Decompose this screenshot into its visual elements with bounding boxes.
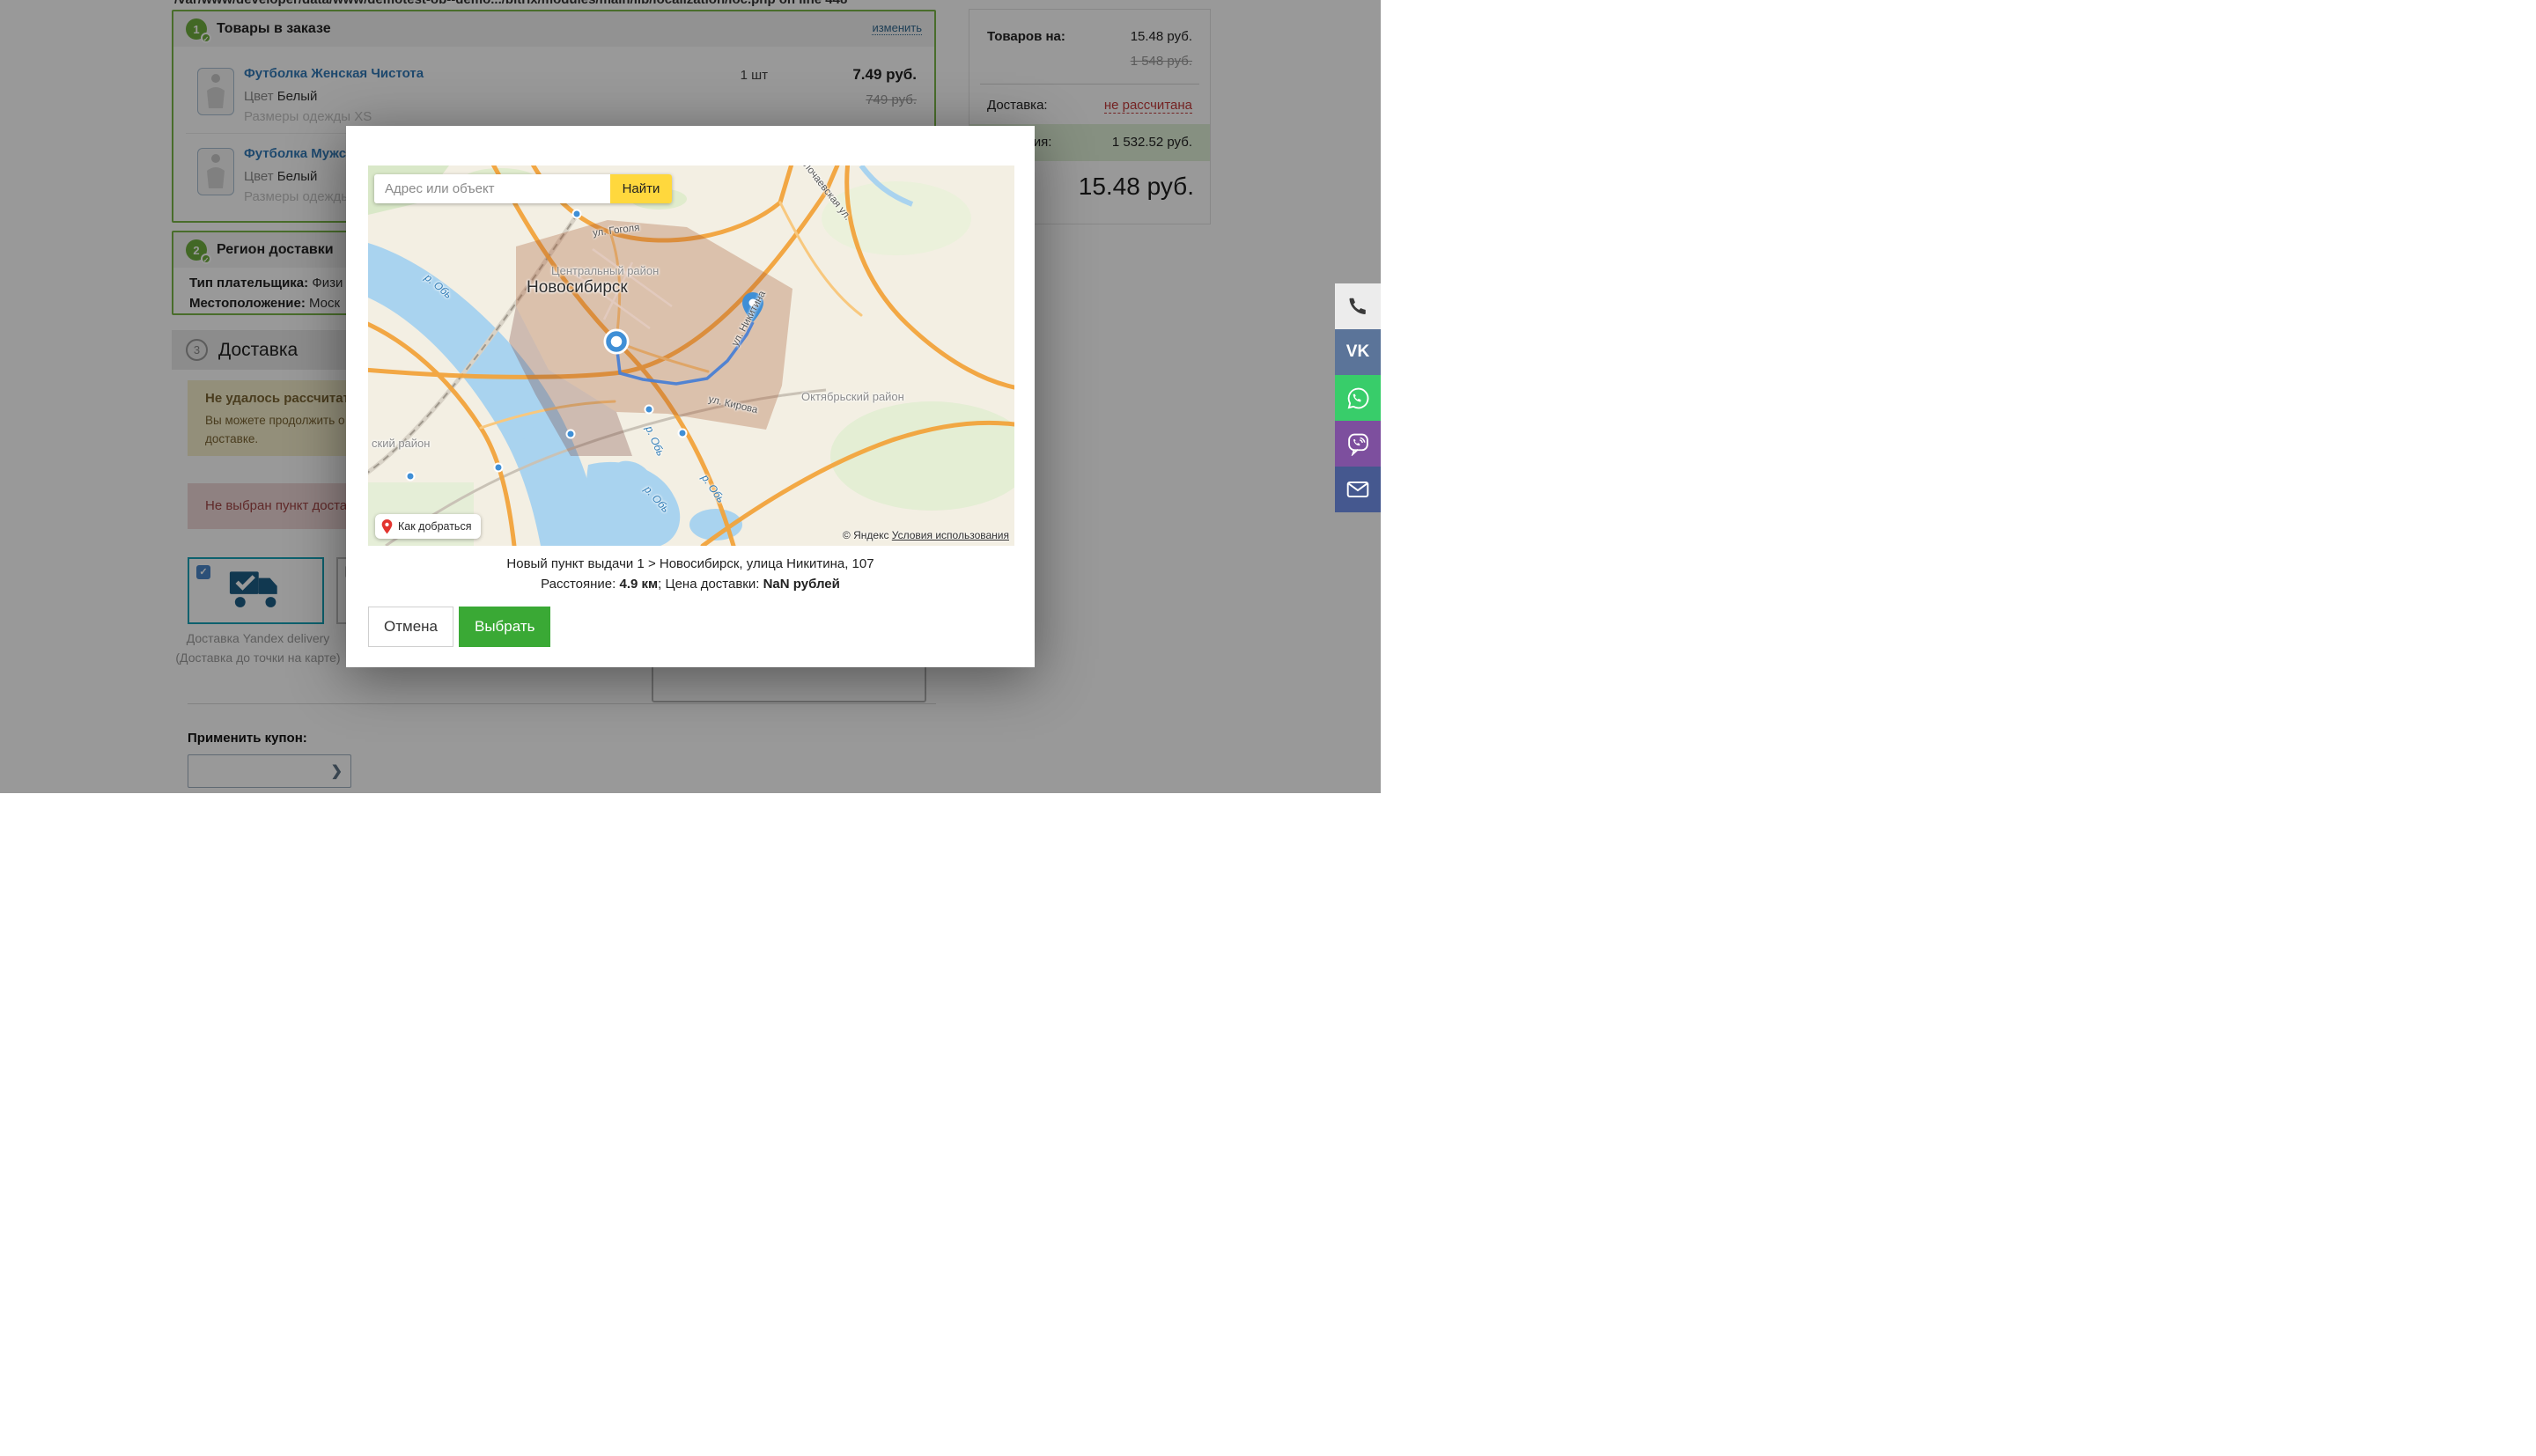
whatsapp-icon xyxy=(1347,387,1368,408)
map-label-district: ский район xyxy=(372,437,431,450)
email-icon xyxy=(1346,481,1369,498)
map-modal: ул. Гоголя Центральный район Новосибирск… xyxy=(346,126,1035,667)
map-label-city: Новосибирск xyxy=(527,278,628,297)
map-copyright: © Яндекс xyxy=(842,529,889,541)
social-sidebar: VK xyxy=(1335,283,1381,512)
delivery-price-label: Цена доставки: xyxy=(665,577,760,592)
vk-button[interactable]: VK xyxy=(1335,329,1381,375)
map-pin-icon xyxy=(381,518,393,533)
select-button[interactable]: Выбрать xyxy=(459,607,551,647)
map-search-button[interactable]: Найти xyxy=(610,174,672,203)
viber-button[interactable] xyxy=(1335,421,1381,467)
distance-value: 4.9 км xyxy=(619,577,659,592)
map-search-input[interactable] xyxy=(374,174,610,203)
phone-contact-button[interactable] xyxy=(1335,283,1381,329)
directions-button[interactable]: Как добраться xyxy=(375,514,482,539)
page: /var/www/developer/data/www/demotest-ob-… xyxy=(0,0,1381,793)
phone-icon xyxy=(1349,298,1366,315)
map-canvas xyxy=(368,165,1014,546)
map-label-district: Центральный район xyxy=(551,264,660,277)
yandex-map[interactable]: ул. Гоголя Центральный район Новосибирск… xyxy=(368,165,1014,546)
email-button[interactable] xyxy=(1335,467,1381,512)
viber-icon xyxy=(1347,433,1368,456)
pickup-result-line: Новый пункт выдачи 1 > Новосибирск, улиц… xyxy=(506,556,874,571)
whatsapp-button[interactable] xyxy=(1335,375,1381,421)
vk-icon: VK xyxy=(1345,342,1370,361)
distance-label: Расстояние: xyxy=(541,577,616,592)
directions-button-label: Как добраться xyxy=(398,520,472,533)
delivery-price-value: NaN рублей xyxy=(763,577,840,592)
cancel-button[interactable]: Отмена xyxy=(368,607,453,647)
map-label-district: Октябрьский район xyxy=(801,390,904,403)
user-location-marker xyxy=(603,328,630,355)
map-terms-link[interactable]: Условия использования xyxy=(892,529,1009,541)
map-search-bar: Найти xyxy=(374,174,672,203)
